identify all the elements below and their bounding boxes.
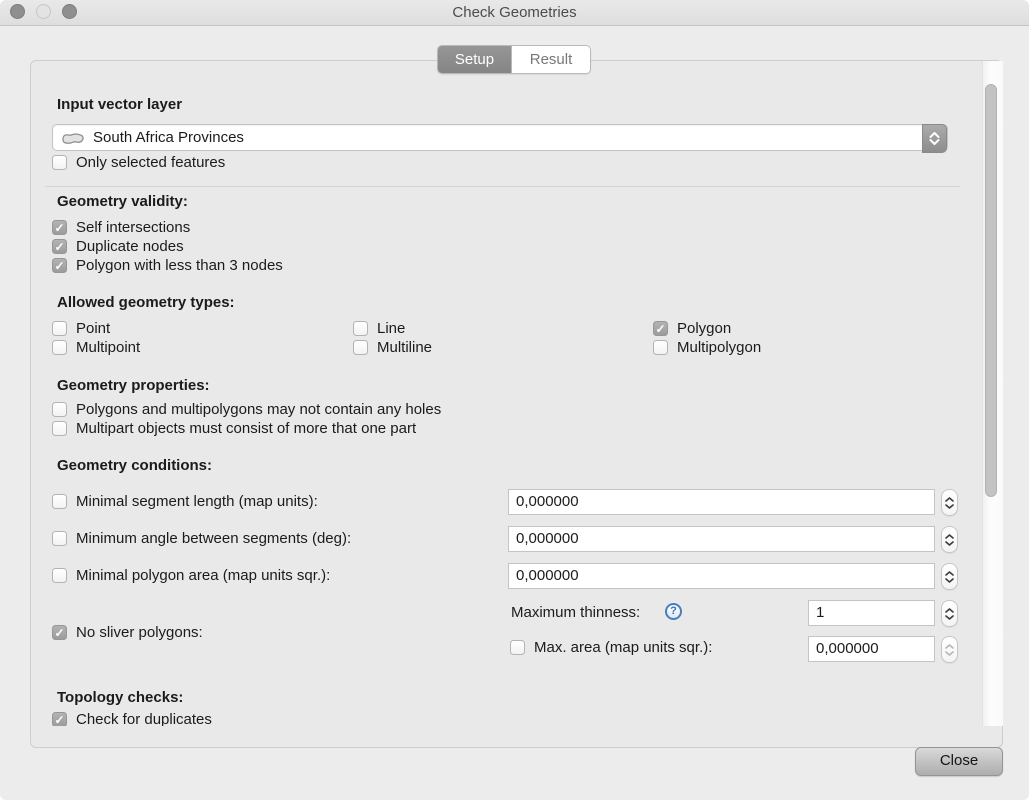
min-polygon-area-stepper[interactable]: [941, 563, 958, 590]
check-icon: ✓: [654, 322, 667, 336]
multiline-label: Multiline: [377, 339, 432, 356]
max-area-value: 0,000000: [816, 640, 879, 657]
allowed-geometry-types-heading: Allowed geometry types:: [57, 294, 235, 311]
max-area-stepper: [941, 636, 958, 663]
spinner-up-icon: [945, 497, 954, 502]
polygon-label: Polygon: [677, 320, 731, 337]
polygon-less-3-nodes-checkbox[interactable]: ✓: [52, 258, 67, 273]
geometry-conditions-heading: Geometry conditions:: [57, 457, 212, 474]
multipoint-label: Multipoint: [76, 339, 140, 356]
topology-checks-heading: Topology checks:: [57, 689, 183, 706]
input-vector-layer-heading: Input vector layer: [57, 96, 182, 113]
separator: [45, 186, 960, 187]
multipoint-checkbox[interactable]: ✓: [52, 340, 67, 355]
check-geometries-window: Check Geometries Setup Result Input vect…: [0, 0, 1029, 800]
min-angle-input[interactable]: 0,000000: [508, 526, 935, 552]
spinner-up-icon: [945, 571, 954, 576]
check-icon: ✓: [53, 240, 66, 254]
min-segment-length-stepper[interactable]: [941, 489, 958, 516]
no-sliver-polygons-label: No sliver polygons:: [76, 624, 203, 641]
help-icon[interactable]: ?: [665, 603, 682, 620]
multiline-checkbox[interactable]: ✓: [353, 340, 368, 355]
min-segment-length-checkbox[interactable]: ✓: [52, 494, 67, 509]
duplicate-nodes-label: Duplicate nodes: [76, 238, 184, 255]
only-selected-features-checkbox[interactable]: ✓: [52, 155, 67, 170]
maximum-thinness-value: 1: [816, 604, 824, 621]
titlebar: Check Geometries: [0, 0, 1029, 26]
check-for-duplicates-checkbox[interactable]: ✓: [52, 712, 67, 727]
min-angle-checkbox[interactable]: ✓: [52, 531, 67, 546]
max-area-label: Max. area (map units sqr.):: [534, 639, 712, 656]
line-checkbox[interactable]: ✓: [353, 321, 368, 336]
combobox-arrows-icon[interactable]: [922, 124, 947, 153]
multipolygon-checkbox[interactable]: ✓: [653, 340, 668, 355]
point-checkbox[interactable]: ✓: [52, 321, 67, 336]
min-polygon-area-checkbox[interactable]: ✓: [52, 568, 67, 583]
maximum-thinness-input[interactable]: 1: [808, 600, 935, 626]
multipart-label: Multipart objects must consist of more t…: [76, 420, 416, 437]
vertical-scrollbar-thumb[interactable]: [985, 84, 997, 497]
line-label: Line: [377, 320, 405, 337]
min-polygon-area-input[interactable]: 0,000000: [508, 563, 935, 589]
window-title: Check Geometries: [0, 0, 1029, 25]
only-selected-features-label: Only selected features: [76, 154, 225, 171]
polygon-layer-icon: [61, 131, 86, 151]
maximum-thinness-stepper[interactable]: [941, 600, 958, 627]
spinner-up-icon: [945, 608, 954, 613]
spinner-up-icon: [945, 644, 954, 649]
geometry-validity-heading: Geometry validity:: [57, 193, 188, 210]
spinner-down-icon: [945, 578, 954, 583]
min-segment-length-input[interactable]: 0,000000: [508, 489, 935, 515]
min-polygon-area-label: Minimal polygon area (map units sqr.):: [76, 567, 330, 584]
min-polygon-area-value: 0,000000: [516, 567, 579, 584]
min-angle-value: 0,000000: [516, 530, 579, 547]
self-intersections-label: Self intersections: [76, 219, 190, 236]
maximum-thinness-label: Maximum thinness:: [511, 604, 640, 621]
spinner-down-icon: [945, 615, 954, 620]
polygon-less-3-nodes-label: Polygon with less than 3 nodes: [76, 257, 283, 274]
max-area-checkbox[interactable]: ✓: [510, 640, 525, 655]
check-icon: ✓: [53, 221, 66, 235]
check-for-duplicates-label: Check for duplicates: [76, 711, 212, 728]
min-angle-stepper[interactable]: [941, 526, 958, 553]
geometry-properties-heading: Geometry properties:: [57, 377, 210, 394]
input-layer-selected-value: South Africa Provinces: [93, 129, 244, 147]
check-icon: ✓: [53, 626, 66, 640]
check-icon: ✓: [53, 259, 66, 273]
no-holes-label: Polygons and multipolygons may not conta…: [76, 401, 441, 418]
duplicate-nodes-checkbox[interactable]: ✓: [52, 239, 67, 254]
min-segment-length-value: 0,000000: [516, 493, 579, 510]
spinner-down-icon: [945, 651, 954, 656]
close-button[interactable]: Close: [915, 747, 1003, 776]
spinner-up-icon: [945, 534, 954, 539]
self-intersections-checkbox[interactable]: ✓: [52, 220, 67, 235]
polygon-checkbox[interactable]: ✓: [653, 321, 668, 336]
spinner-down-icon: [945, 504, 954, 509]
min-segment-length-label: Minimal segment length (map units):: [76, 493, 318, 510]
multipolygon-label: Multipolygon: [677, 339, 761, 356]
no-holes-checkbox[interactable]: ✓: [52, 402, 67, 417]
min-angle-label: Minimum angle between segments (deg):: [76, 530, 351, 547]
no-sliver-polygons-checkbox[interactable]: ✓: [52, 625, 67, 640]
check-icon: ✓: [53, 713, 66, 727]
input-layer-combobox[interactable]: South Africa Provinces: [52, 124, 948, 151]
scroll-area: Input vector layer South Africa Province…: [0, 0, 1029, 800]
max-area-input[interactable]: 0,000000: [808, 636, 935, 662]
spinner-down-icon: [945, 541, 954, 546]
multipart-checkbox[interactable]: ✓: [52, 421, 67, 436]
point-label: Point: [76, 320, 110, 337]
